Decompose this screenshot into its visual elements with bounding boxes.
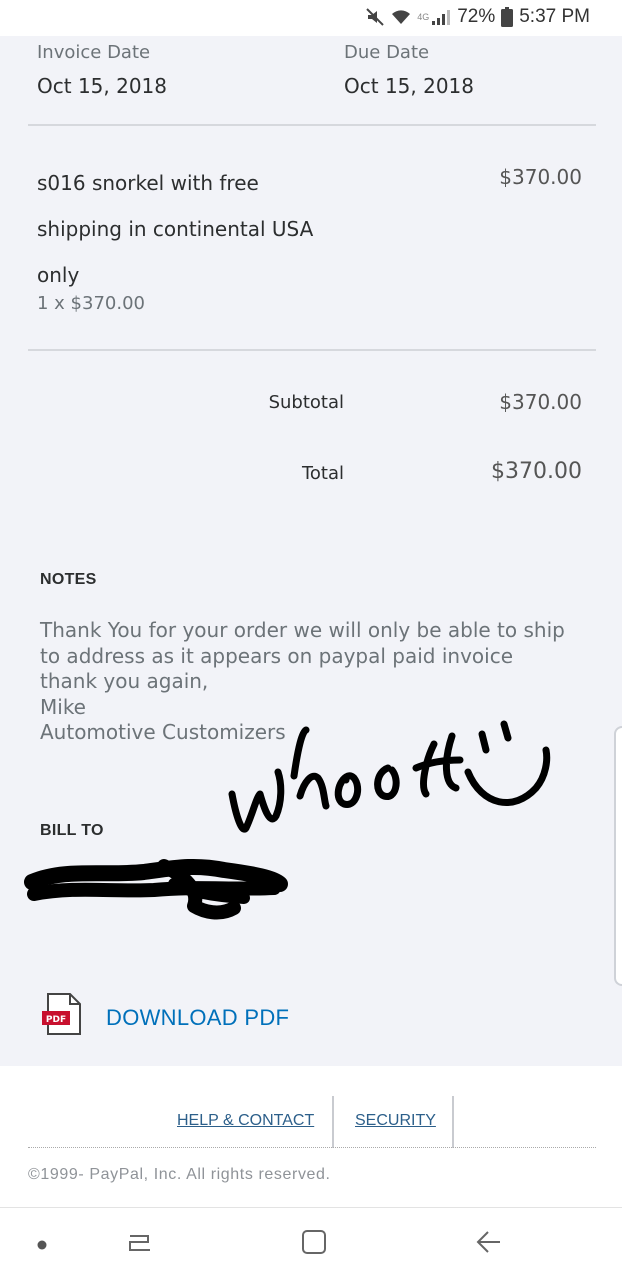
- line-item-quantity: 1 x $370.00: [37, 293, 145, 314]
- invoice-date-label: Invoice Date: [37, 42, 151, 63]
- download-pdf-button[interactable]: PDF DOWNLOAD PDF: [40, 992, 289, 1043]
- battery-percent: 72%: [457, 6, 496, 27]
- clock: 5:37 PM: [519, 6, 590, 27]
- mute-icon: [365, 7, 385, 27]
- handwritten-whoot-annotation: [220, 676, 560, 851]
- subtotal-label: Subtotal: [268, 392, 344, 413]
- due-date-label: Due Date: [344, 42, 430, 63]
- line-item-description-line: only: [37, 263, 80, 287]
- download-pdf-label[interactable]: DOWNLOAD PDF: [106, 1005, 289, 1031]
- bill-to-heading: BILL TO: [40, 822, 104, 839]
- footer: HELP & CONTACT SECURITY ©1999- PayPal, I…: [0, 1066, 622, 1208]
- footer-links: HELP & CONTACT SECURITY: [0, 1096, 622, 1148]
- help-contact-link[interactable]: HELP & CONTACT: [177, 1112, 314, 1130]
- network-type: 4G: [417, 12, 430, 22]
- edge-panel-handle[interactable]: [614, 726, 622, 986]
- line-item-description-line: shipping in continental USA: [37, 217, 314, 241]
- footer-divider: [332, 1096, 334, 1148]
- divider: [28, 349, 596, 351]
- recent-apps-icon[interactable]: [126, 1228, 154, 1261]
- back-arrow-icon[interactable]: [474, 1228, 502, 1261]
- battery-icon: [501, 7, 514, 27]
- total-label: Total: [301, 463, 344, 484]
- line-item-description: s016 snorkel with free shipping in conti…: [37, 160, 337, 298]
- pdf-icon-label: PDF: [46, 1015, 66, 1025]
- home-button-icon[interactable]: [300, 1228, 328, 1261]
- line-item-description-line: s016 snorkel with free: [37, 171, 259, 195]
- invoice-content: Invoice Date Oct 15, 2018 Due Date Oct 1…: [0, 36, 622, 1066]
- security-link[interactable]: SECURITY: [355, 1112, 436, 1130]
- footer-divider: [452, 1096, 454, 1148]
- invoice-date-value: Oct 15, 2018: [37, 74, 167, 98]
- subtotal-value: $370.00: [499, 390, 582, 414]
- total-value: $370.00: [491, 459, 582, 484]
- redaction-scribble: [24, 846, 294, 931]
- signal-icon: [431, 8, 451, 26]
- wifi-icon: [391, 8, 411, 26]
- notes-heading: NOTES: [40, 571, 97, 588]
- nav-dot-icon[interactable]: [36, 1238, 48, 1256]
- system-navigation-bar: [0, 1207, 622, 1279]
- copyright-text: ©1999- PayPal, Inc. All rights reserved.: [28, 1166, 331, 1183]
- line-item-amount: $370.00: [499, 165, 582, 189]
- divider: [28, 124, 596, 126]
- due-date-value: Oct 15, 2018: [344, 74, 474, 98]
- status-bar: 4G 72% 5:37 PM: [0, 0, 622, 36]
- footer-dotted-divider: [28, 1147, 596, 1148]
- pdf-file-icon: PDF: [40, 992, 86, 1043]
